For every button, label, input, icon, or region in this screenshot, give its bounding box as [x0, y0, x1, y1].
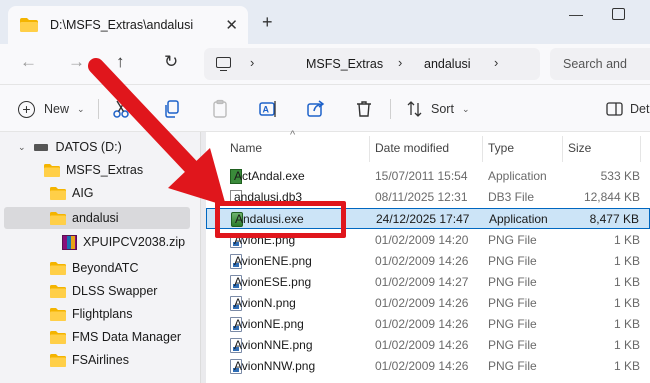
annotation-arrow-icon [88, 58, 226, 206]
annotation-highlight-box [215, 201, 346, 238]
